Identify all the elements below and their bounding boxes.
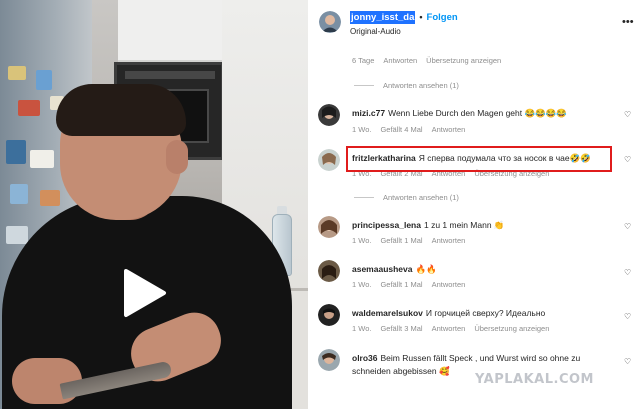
avatar[interactable] xyxy=(318,216,340,238)
heart-icon[interactable]: ♡ xyxy=(624,222,631,231)
comment-meta: 6 Tage Antworten Übersetzung anzeigen xyxy=(352,56,501,65)
reply-button[interactable]: Antworten xyxy=(383,56,417,65)
view-replies-label: Antworten ansehen (1) xyxy=(383,81,459,90)
replies-divider xyxy=(354,85,374,86)
comment-time: 1 Wo. xyxy=(352,125,372,134)
highlight-box xyxy=(346,146,612,172)
avatar[interactable] xyxy=(318,260,340,282)
comment-likes[interactable]: Gefällt 4 Mal xyxy=(380,125,422,134)
comment-likes[interactable]: Gefällt 3 Mal xyxy=(380,324,422,333)
reply-button[interactable]: Antworten xyxy=(432,125,466,134)
comment-body: 🔥🔥 xyxy=(415,264,437,274)
audio-label[interactable]: Original-Audio xyxy=(350,25,458,38)
comment-text: mizi.c77 Wenn Liebe Durch den Magen geht … xyxy=(352,107,612,120)
comment-meta: 1 Wo. Gefällt 1 Mal Antworten xyxy=(352,280,465,289)
kitchen-cabinet xyxy=(118,0,230,62)
translate-button[interactable]: Übersetzung anzeigen xyxy=(426,56,501,65)
view-replies-button[interactable]: Antworten ansehen (1) xyxy=(354,81,459,90)
avatar[interactable] xyxy=(318,304,340,326)
comment-meta: 1 Wo. Gefällt 4 Mal Antworten xyxy=(352,125,465,134)
person-hair xyxy=(56,84,186,136)
heart-icon[interactable]: ♡ xyxy=(624,268,631,277)
view-replies-button[interactable]: Antworten ansehen (1) xyxy=(354,193,459,202)
avatar[interactable] xyxy=(319,11,341,33)
person-ear xyxy=(166,140,188,174)
comment-text: asemaausheva 🔥🔥 xyxy=(352,263,612,276)
reply-button[interactable]: Antworten xyxy=(432,236,466,245)
comment-likes[interactable]: Gefällt 1 Mal xyxy=(380,236,422,245)
comment-username[interactable]: asemaausheva xyxy=(352,264,413,274)
heart-icon[interactable]: ♡ xyxy=(624,155,631,164)
comment-time: 1 Wo. xyxy=(352,324,372,333)
author-username[interactable]: jonny_isst_da xyxy=(350,11,416,24)
avatar[interactable] xyxy=(318,104,340,126)
avatar[interactable] xyxy=(318,349,340,371)
avatar[interactable] xyxy=(318,149,340,171)
heart-icon[interactable]: ♡ xyxy=(624,110,631,119)
reply-button[interactable]: Antworten xyxy=(432,324,466,333)
view-replies-label: Antworten ansehen (1) xyxy=(383,193,459,202)
comment-username[interactable]: mizi.c77 xyxy=(352,108,385,118)
post-header: jonny_isst_da • Folgen Original-Audio xyxy=(308,0,640,46)
comment-likes[interactable]: Gefällt 1 Mal xyxy=(380,280,422,289)
play-icon[interactable] xyxy=(120,267,168,319)
comment-time: 1 Wo. xyxy=(352,280,372,289)
video-player[interactable] xyxy=(0,0,308,409)
comment-meta: 1 Wo. Gefällt 1 Mal Antworten xyxy=(352,236,465,245)
more-horizontal-icon[interactable]: ••• xyxy=(622,16,634,28)
comment-username[interactable]: waldemarelsukov xyxy=(352,308,423,318)
comment-text: principessa_lena 1 zu 1 mein Mann 👏 xyxy=(352,219,612,232)
heart-icon[interactable]: ♡ xyxy=(624,357,631,366)
heart-icon[interactable]: ♡ xyxy=(624,312,631,321)
reply-button[interactable]: Antworten xyxy=(432,280,466,289)
comment-time: 1 Wo. xyxy=(352,236,372,245)
comment-username[interactable]: principessa_lena xyxy=(352,220,421,230)
comment-body: Wenn Liebe Durch den Magen geht 😂😂😂😂 xyxy=(388,108,567,118)
comment-body: И горчицей сверху? Идеально xyxy=(425,308,546,318)
comments-list[interactable]: 6 Tage Antworten Übersetzung anzeigen An… xyxy=(308,46,640,409)
follow-button[interactable]: Folgen xyxy=(427,11,458,24)
translate-button[interactable]: Übersetzung anzeigen xyxy=(474,324,549,333)
separator-dot: • xyxy=(419,12,423,22)
comment-text: waldemarelsukov И горчицей сверху? Идеаль… xyxy=(352,307,612,320)
comment-time: 6 Tage xyxy=(352,56,375,65)
comment-body: 1 zu 1 mein Mann 👏 xyxy=(423,220,505,230)
comment-meta: 1 Wo. Gefällt 3 Mal Antworten Übersetzun… xyxy=(352,324,549,333)
comment-username[interactable]: olro36 xyxy=(352,353,378,363)
replies-divider xyxy=(354,197,374,198)
watermark: YAPLAKAL.COM xyxy=(475,372,594,387)
